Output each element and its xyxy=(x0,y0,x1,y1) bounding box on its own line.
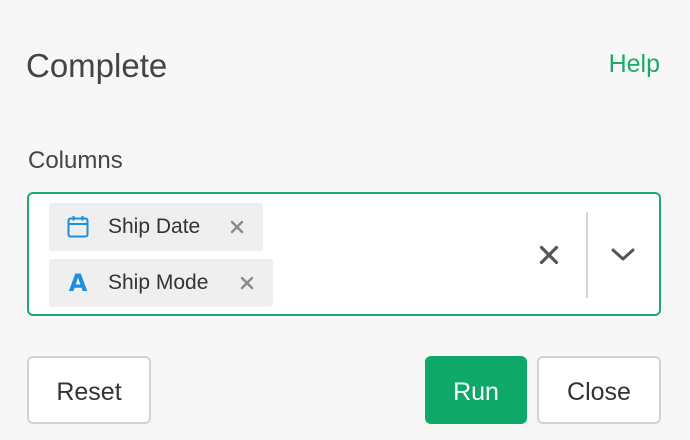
close-button[interactable]: Close xyxy=(537,356,661,424)
selected-column-chip: Ship Date xyxy=(49,203,263,251)
remove-chip-icon[interactable] xyxy=(225,215,249,239)
character-type-icon: A xyxy=(68,269,88,297)
chip-label: Ship Date xyxy=(108,215,201,238)
complete-dialog: Complete Help Columns Ship Date A Ship M… xyxy=(0,0,690,440)
dropdown-divider xyxy=(586,212,588,298)
columns-label: Columns xyxy=(28,147,123,174)
selected-column-chip: A Ship Mode xyxy=(49,259,273,307)
remove-chip-icon[interactable] xyxy=(235,271,259,295)
calendar-icon xyxy=(67,215,89,239)
run-button[interactable]: Run xyxy=(425,356,527,424)
help-link[interactable]: Help xyxy=(609,48,660,80)
clear-all-icon[interactable] xyxy=(536,242,562,268)
dialog-title: Complete xyxy=(26,47,168,84)
chip-label: Ship Mode xyxy=(108,271,209,294)
chevron-down-icon[interactable] xyxy=(607,240,639,270)
columns-multiselect[interactable]: Ship Date A Ship Mode xyxy=(27,192,661,316)
reset-button[interactable]: Reset xyxy=(27,356,151,424)
